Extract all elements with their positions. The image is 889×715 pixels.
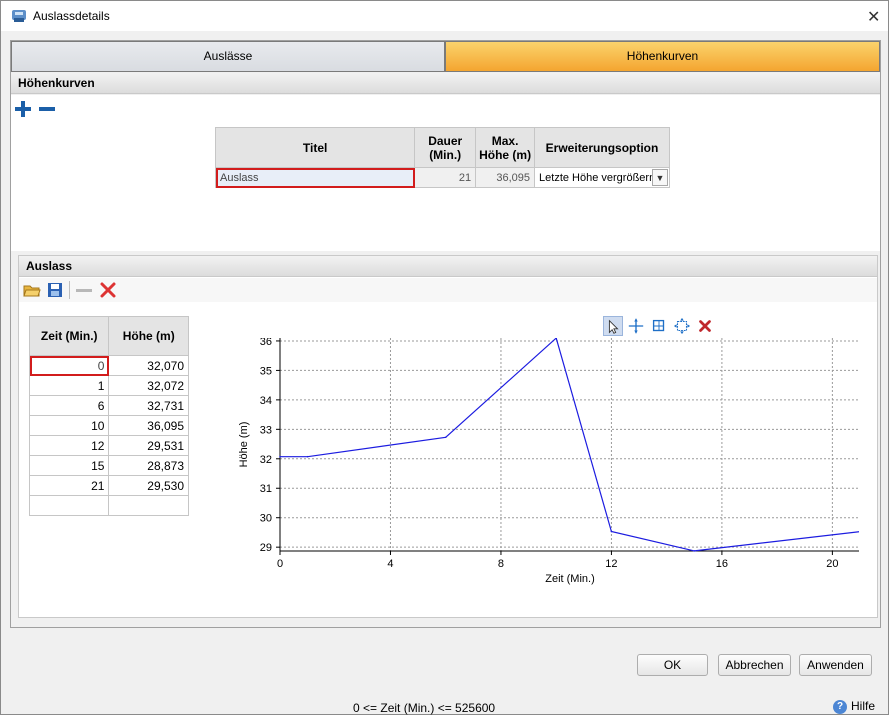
extension-option-select[interactable]: Letzte Höhe vergrößern ▼ (534, 167, 670, 188)
y-tick-label: 34 (260, 395, 272, 407)
y-axis-label: Höhe (m) (238, 422, 250, 468)
height-cell[interactable]: 32,070 (108, 355, 189, 376)
time-cell[interactable] (28, 495, 110, 516)
y-tick-label: 31 (260, 483, 272, 495)
col-header-duration[interactable]: Dauer (Min.) (414, 127, 477, 168)
time-cell[interactable]: 0 (28, 355, 110, 376)
x-tick-label: 4 (387, 558, 393, 570)
add-curve-icon[interactable] (15, 101, 31, 117)
clear-chart-icon[interactable] (695, 316, 715, 336)
tab-hoehenkurven[interactable]: Höhenkurven (445, 41, 880, 72)
toolbar-separator (69, 281, 70, 299)
y-tick-label: 29 (260, 542, 272, 554)
x-tick-label: 16 (716, 558, 728, 570)
curves-table: Titel Dauer (Min.) Max. Höhe (m) Erweiteru… (214, 127, 670, 188)
table-row[interactable]: 1 32,072 (28, 375, 189, 396)
data-point (693, 550, 696, 552)
height-cell[interactable]: 32,731 (108, 395, 189, 416)
time-cell[interactable]: 6 (28, 395, 110, 416)
height-cell[interactable]: 29,531 (108, 435, 189, 456)
y-tick-label: 36 (260, 338, 272, 348)
data-point (279, 455, 281, 458)
help-icon: ? (833, 699, 847, 714)
curves-section-header: Höhenkurven (11, 73, 880, 94)
table-row[interactable]: Auslass 21 36,095 Letzte Höhe vergrößern… (214, 167, 670, 188)
time-cell[interactable]: 21 (28, 475, 110, 496)
time-cell[interactable]: 1 (28, 375, 110, 396)
curves-area: Titel Dauer (Min.) Max. Höhe (m) Erweiteru… (11, 95, 880, 251)
x-tick-label: 20 (826, 558, 838, 570)
pan-icon[interactable] (672, 316, 692, 336)
x-tick-label: 8 (498, 558, 504, 570)
open-folder-icon[interactable] (23, 281, 41, 299)
time-cell[interactable]: 15 (28, 455, 110, 476)
height-cell[interactable] (108, 495, 189, 516)
chevron-down-icon[interactable]: ▼ (652, 169, 668, 186)
curve-duration-cell: 21 (414, 167, 477, 188)
help-link[interactable]: ? Hilfe (833, 699, 875, 714)
remove-curve-icon[interactable] (39, 101, 55, 117)
dialog-client-area: Auslässe Höhenkurven Höhenkurven Titel D… (1, 31, 888, 715)
time-cell[interactable]: 12 (28, 435, 110, 456)
outlet-section-title: Auslass (26, 259, 73, 273)
title-bar: Auslassdetails ✕ (1, 1, 888, 31)
col-header-time[interactable]: Zeit (Min.) (28, 316, 110, 356)
outlet-toolbar (19, 278, 877, 302)
col-header-height[interactable]: Höhe (m) (108, 316, 189, 356)
app-icon (12, 10, 26, 22)
col-header-title[interactable]: Titel (214, 127, 416, 168)
curves-section-title: Höhenkurven (18, 76, 95, 90)
y-tick-label: 33 (260, 424, 272, 436)
y-tick-label: 30 (260, 513, 272, 525)
tab-auslaesse[interactable]: Auslässe (11, 41, 445, 72)
chart-toolbar (603, 316, 723, 338)
data-point (444, 436, 447, 439)
table-row[interactable]: 15 28,873 (28, 455, 189, 476)
col-header-option[interactable]: Erweiterungsoption (534, 127, 670, 168)
ok-button[interactable]: OK (637, 654, 708, 676)
curve-title-cell[interactable]: Auslass (214, 167, 416, 188)
save-icon[interactable] (46, 281, 64, 299)
height-cell[interactable]: 29,530 (108, 475, 189, 496)
window-title: Auslassdetails (33, 9, 110, 23)
height-curve-chart: 0 4 8 12 16 20 29 30 31 32 33 34 35 36 Zeit (Min.) Höhe… (238, 338, 859, 585)
height-cell[interactable]: 28,873 (108, 455, 189, 476)
help-label: Hilfe (851, 699, 876, 713)
y-tick-label: 32 (260, 454, 272, 466)
table-row[interactable]: 0 32,070 (28, 355, 189, 376)
time-cell[interactable]: 10 (28, 415, 110, 436)
table-row[interactable]: 6 32,731 (28, 395, 189, 416)
close-icon[interactable]: ✕ (867, 7, 880, 27)
outlet-section-header: Auslass (19, 256, 877, 277)
extension-option-value: Letzte Höhe vergrößern (539, 171, 653, 184)
outlet-group: Auslass Zeit (Min.) Höhe (m) 0 32,070 1 … (18, 255, 878, 618)
remove-row-icon[interactable] (75, 281, 93, 299)
crosshair-icon[interactable] (626, 316, 646, 336)
table-row[interactable] (28, 495, 189, 516)
cancel-button[interactable]: Abbrechen (718, 654, 791, 676)
tab-panel: Auslässe Höhenkurven Höhenkurven Titel D… (10, 40, 881, 628)
table-row[interactable]: 12 29,531 (28, 435, 189, 456)
x-axis-label: Zeit (Min.) (545, 573, 595, 585)
height-cell[interactable]: 32,072 (108, 375, 189, 396)
outlet-points-table: Zeit (Min.) Höhe (m) 0 32,070 1 32,072 6 32… (28, 316, 189, 516)
y-tick-label: 35 (260, 365, 272, 377)
delete-icon[interactable] (99, 281, 117, 299)
height-cell[interactable]: 36,095 (108, 415, 189, 436)
col-header-max-height[interactable]: Max. Höhe (m) (475, 127, 536, 168)
status-text: 0 <= Zeit (Min.) <= 525600 (353, 701, 496, 715)
apply-button[interactable]: Anwenden (799, 654, 872, 676)
data-point (610, 530, 613, 533)
data-point (306, 455, 309, 458)
table-row[interactable]: 21 29,530 (28, 475, 189, 496)
curve-max-height-cell: 36,095 (475, 167, 536, 188)
zoom-area-icon[interactable] (649, 316, 669, 336)
select-pointer-icon[interactable] (603, 316, 623, 336)
x-tick-label: 12 (605, 558, 617, 570)
table-row[interactable]: 10 36,095 (28, 415, 189, 436)
x-tick-label: 0 (277, 558, 283, 570)
